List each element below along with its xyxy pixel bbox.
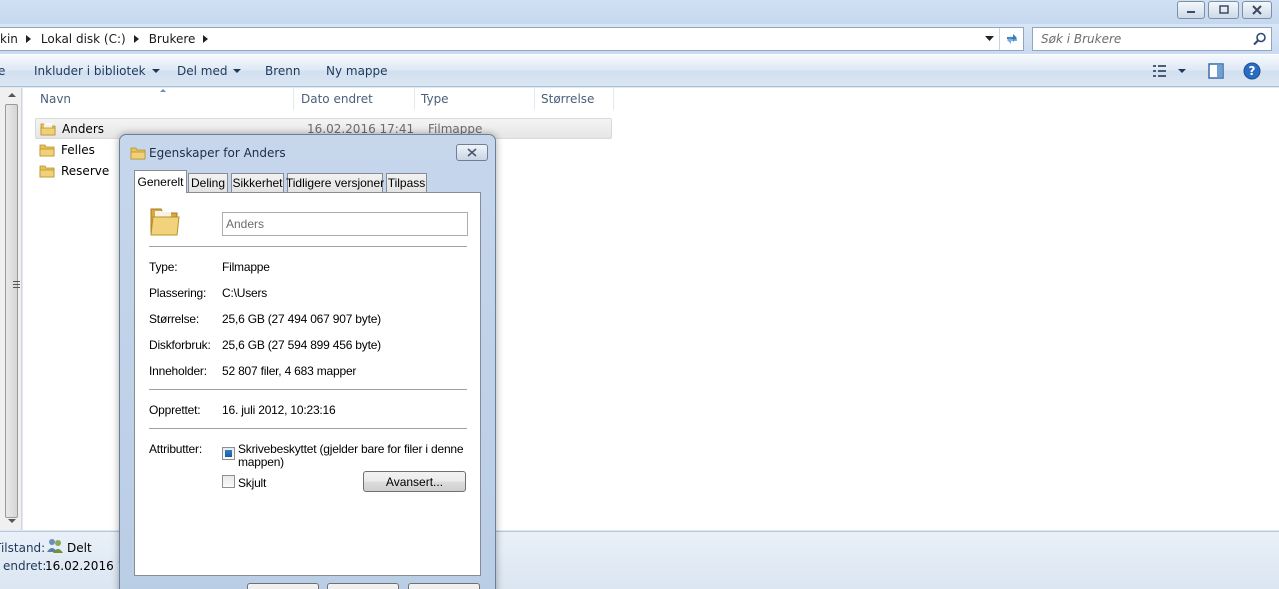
attributes-label: Attributter:	[149, 442, 202, 456]
address-history-dropdown[interactable]	[979, 28, 999, 50]
type-value: Filmappe	[222, 260, 270, 274]
scrollbar-thumb[interactable]	[5, 104, 20, 518]
new-folder-button[interactable]: Ny mappe	[326, 64, 388, 78]
column-header-name[interactable]: Navn	[34, 88, 294, 110]
folder-icon	[40, 122, 56, 135]
search-placeholder: Søk i Brukere	[1041, 32, 1122, 46]
tab-previous-versions[interactable]: Tidligere versjoner	[286, 173, 384, 192]
maximize-button[interactable]	[1208, 1, 1239, 19]
contains-label: Inneholder:	[149, 364, 207, 378]
properties-dialog: Egenskaper for Anders Generelt Deling Si…	[119, 134, 496, 589]
breadcrumb-item[interactable]: Brukere	[145, 32, 200, 46]
chevron-right-icon[interactable]	[25, 35, 31, 43]
chevron-down-icon	[151, 69, 160, 73]
refresh-button[interactable]	[999, 28, 1023, 50]
disk-usage-value: 25,6 GB (27 594 899 456 byte)	[222, 338, 381, 352]
divider	[149, 246, 467, 247]
state-label: Tilstand:	[0, 541, 46, 555]
help-icon: ?	[1243, 62, 1261, 80]
column-header-date-label: Dato endret	[301, 92, 373, 106]
contains-value: 52 807 filer, 4 683 mapper	[222, 364, 357, 378]
chevron-down-icon	[984, 36, 994, 41]
shared-users-icon	[47, 539, 63, 553]
column-header-type-label: Type	[421, 92, 449, 106]
address-bar[interactable]: kin Lokal disk (C:) Brukere	[0, 27, 1024, 51]
state-value: Delt	[67, 541, 92, 555]
scroll-up-arrow[interactable]	[8, 93, 16, 97]
chevron-right-icon[interactable]	[203, 35, 209, 43]
share-with-label: Del med	[177, 64, 228, 78]
organize-button[interactable]: e	[0, 64, 5, 78]
breadcrumb-item[interactable]: Lokal disk (C:)	[37, 32, 130, 46]
apply-button[interactable]	[408, 583, 480, 589]
address-row: kin Lokal disk (C:) Brukere Søk i Bruker…	[0, 24, 1279, 54]
hidden-checkbox[interactable]	[222, 475, 235, 488]
help-button[interactable]: ?	[1243, 62, 1261, 83]
ok-button[interactable]	[247, 583, 319, 589]
folder-icon	[39, 144, 55, 156]
tab-customize[interactable]: Tilpass	[386, 173, 427, 192]
tab-security[interactable]: Sikkerhet	[231, 173, 284, 192]
tab-general[interactable]: Generelt	[134, 170, 187, 193]
close-icon	[467, 148, 477, 157]
tab-sharing[interactable]: Deling	[188, 173, 228, 192]
column-header-size[interactable]: Størrelse	[535, 88, 614, 110]
folder-icon	[130, 147, 146, 160]
window-title-bar	[0, 0, 1279, 24]
scroll-down-arrow[interactable]	[8, 519, 16, 523]
folder-icon	[39, 165, 55, 177]
divider	[149, 389, 467, 390]
folder-icon	[150, 208, 180, 236]
column-header-date[interactable]: Dato endret	[295, 88, 415, 110]
preview-pane-button[interactable]	[1208, 63, 1224, 82]
created-value: 16. juli 2012, 10:23:16	[222, 403, 336, 417]
minimize-icon	[1187, 11, 1195, 13]
location-label: Plassering:	[149, 286, 207, 300]
view-options-button[interactable]	[1152, 63, 1188, 82]
chevron-down-icon	[233, 69, 242, 73]
include-in-library-button[interactable]: Inkluder i bibliotek	[34, 64, 160, 78]
modified-label: endret:	[3, 559, 47, 573]
view-options-icon	[1153, 65, 1186, 77]
chevron-right-icon[interactable]	[133, 35, 139, 43]
svg-text:?: ?	[1249, 64, 1256, 78]
folder-name-field[interactable]: Anders	[222, 212, 468, 236]
preview-pane-icon	[1208, 63, 1224, 79]
hidden-label[interactable]: Skjult	[238, 476, 266, 490]
share-with-button[interactable]: Del med	[177, 64, 242, 78]
general-tab-panel: Anders Type: Filmappe Plassering: C:\Use…	[134, 192, 481, 576]
refresh-icon	[1006, 34, 1017, 44]
scrollbar-grip	[13, 281, 20, 288]
breadcrumb-item[interactable]: kin	[0, 32, 22, 46]
advanced-button[interactable]: Avansert...	[363, 471, 466, 492]
column-header-size-label: Størrelse	[541, 92, 595, 106]
minimize-button[interactable]	[1177, 1, 1205, 19]
column-header-name-label: Navn	[40, 92, 72, 106]
readonly-checkbox[interactable]	[222, 447, 235, 460]
location-value: C:\Users	[222, 286, 268, 300]
created-label: Opprettet:	[149, 403, 201, 417]
disk-usage-label: Diskforbruk:	[149, 338, 211, 352]
type-label: Type:	[149, 260, 178, 274]
close-icon	[1252, 5, 1262, 15]
dialog-close-button[interactable]	[456, 144, 488, 161]
divider	[149, 428, 467, 429]
cancel-button[interactable]	[327, 583, 399, 589]
navigation-pane-scrollbar[interactable]	[0, 88, 22, 530]
close-window-button[interactable]	[1242, 1, 1272, 19]
command-bar: e Inkluder i bibliotek Del med Brenn Ny …	[0, 54, 1279, 87]
search-icon[interactable]	[1253, 32, 1267, 46]
burn-button[interactable]: Brenn	[265, 64, 301, 78]
maximize-icon	[1218, 5, 1229, 14]
include-in-library-label: Inkluder i bibliotek	[34, 64, 146, 78]
size-label: Størrelse:	[149, 312, 200, 326]
size-value: 25,6 GB (27 494 067 907 byte)	[222, 312, 381, 326]
readonly-label-line2[interactable]: mappen)	[238, 455, 284, 469]
column-header-type[interactable]: Type	[415, 88, 535, 110]
dialog-title: Egenskaper for Anders	[149, 146, 286, 160]
search-input[interactable]: Søk i Brukere	[1032, 27, 1272, 51]
readonly-label-line1[interactable]: Skrivebeskyttet (gjelder bare for filer …	[238, 442, 464, 456]
